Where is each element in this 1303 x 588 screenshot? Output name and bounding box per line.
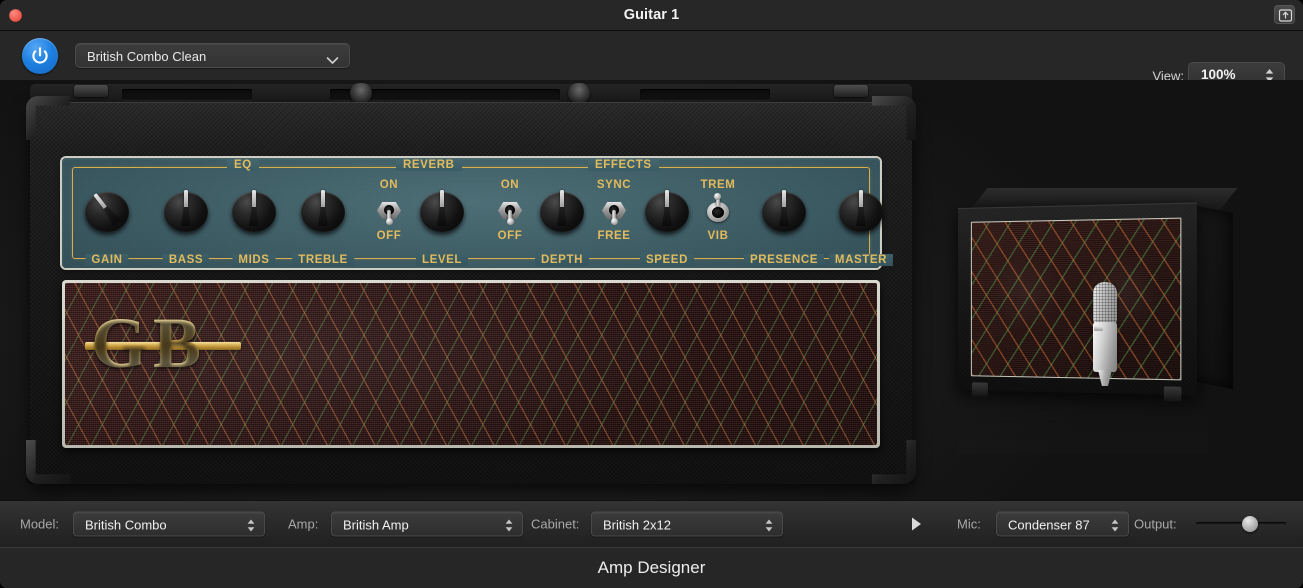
knob-label-treble: TREBLE xyxy=(292,254,354,266)
speaker-grille-cloth: G B xyxy=(65,283,877,445)
model-label: Model: xyxy=(20,517,59,532)
switch-label-bottom: OFF xyxy=(357,230,421,242)
power-button[interactable] xyxy=(22,38,58,74)
knob-speed[interactable] xyxy=(643,186,691,234)
condenser-microphone[interactable] xyxy=(1090,282,1120,388)
mic-dropdown[interactable]: Condenser 87 xyxy=(996,512,1129,537)
amp-dropdown[interactable]: British Amp xyxy=(331,512,523,537)
knob-bass[interactable] xyxy=(162,186,210,234)
knob-presence[interactable] xyxy=(760,186,808,234)
amp-designer-window: Guitar 1 British Combo Clean View: xyxy=(0,0,1303,588)
knob-label-gain: GAIN xyxy=(85,254,128,266)
plugin-header: British Combo Clean View: 100% xyxy=(0,31,1303,80)
switch-on-off[interactable] xyxy=(374,195,404,225)
logo-bar xyxy=(85,342,241,350)
knob-pointer xyxy=(557,190,567,226)
switch-label-bottom: FREE xyxy=(582,230,646,242)
cabinet-dropdown[interactable]: British 2x12 xyxy=(591,512,783,537)
knob-level[interactable] xyxy=(418,186,466,234)
amp-stage: EQ REVERB EFFECTS GAIN BASS MIDS TREBLE LEVEL DE… xyxy=(0,80,1303,500)
expand-icon[interactable] xyxy=(1274,5,1295,24)
knob-label-depth: DEPTH xyxy=(535,254,589,266)
plugin-footer: Amp Designer xyxy=(0,547,1303,588)
switch-on-off[interactable] xyxy=(495,195,525,225)
switch-label-top: ON xyxy=(357,179,421,191)
section-label-effects: EFFECTS xyxy=(588,159,659,171)
amp-combo: EQ REVERB EFFECTS GAIN BASS MIDS TREBLE LEVEL DE… xyxy=(12,84,930,488)
switch-tip xyxy=(507,218,514,225)
cabinet-value: British 2x12 xyxy=(603,513,671,538)
mic-capsule xyxy=(1093,282,1117,324)
cabinet-front xyxy=(958,202,1197,395)
knob-pointer xyxy=(779,190,789,226)
plugin-name: Amp Designer xyxy=(0,548,1303,588)
chevron-down-icon xyxy=(326,52,339,70)
stepper-arrows-icon[interactable] xyxy=(246,519,256,538)
switch-tip xyxy=(611,218,618,225)
knob-label-master: MASTER xyxy=(829,254,893,266)
speaker-cabinet-3d[interactable] xyxy=(938,190,1278,480)
stepper-arrows-icon[interactable] xyxy=(504,519,514,538)
logo-letter-b: B xyxy=(153,307,199,379)
window-titlebar: Guitar 1 xyxy=(0,0,1303,31)
mic-value: Condenser 87 xyxy=(1008,513,1090,538)
knob-gain[interactable] xyxy=(83,186,131,234)
preset-value: British Combo Clean xyxy=(87,44,206,69)
knob-label-speed: SPEED xyxy=(640,254,694,266)
switch-label-bottom: OFF xyxy=(478,230,542,242)
logo-letter-g: G xyxy=(91,307,145,379)
preset-dropdown[interactable]: British Combo Clean xyxy=(75,43,350,68)
stepper-arrows-icon[interactable] xyxy=(764,519,774,538)
amp-label: Amp: xyxy=(288,517,318,532)
knob-pointer xyxy=(437,190,447,226)
knob-label-bass: BASS xyxy=(163,254,209,266)
window-title: Guitar 1 xyxy=(0,0,1303,31)
cabinet-reflection xyxy=(958,392,1208,454)
switch-sync-free[interactable] xyxy=(599,195,629,225)
knob-mids[interactable] xyxy=(230,186,278,234)
model-dropdown[interactable]: British Combo xyxy=(73,512,265,537)
switch-label-top: ON xyxy=(478,179,542,191)
knob-pointer xyxy=(181,190,191,226)
amp-value: British Amp xyxy=(343,513,409,538)
cabinet-grille-cloth xyxy=(971,218,1182,381)
knob-master[interactable] xyxy=(837,186,885,234)
output-slider[interactable] xyxy=(1196,515,1286,533)
amp-logo: G B xyxy=(87,311,237,377)
knob-depth[interactable] xyxy=(538,186,586,234)
play-button[interactable] xyxy=(906,514,926,534)
switch-tip xyxy=(386,218,393,225)
model-value: British Combo xyxy=(85,513,167,538)
knob-pointer xyxy=(662,190,672,226)
output-label: Output: xyxy=(1134,517,1177,532)
knob-pointer xyxy=(318,190,328,226)
knob-pointer xyxy=(249,190,259,226)
mic-base xyxy=(1098,370,1112,386)
output-slider-thumb[interactable] xyxy=(1242,516,1258,532)
mic-label: Mic: xyxy=(957,517,981,532)
cabinet-label: Cabinet: xyxy=(531,517,579,532)
switch-label-bottom: VIB xyxy=(686,230,750,242)
mic-badge xyxy=(1094,326,1103,331)
switch-label-top: TREM xyxy=(686,179,750,191)
knob-label-level: LEVEL xyxy=(416,254,468,266)
stepper-arrows-icon[interactable] xyxy=(1110,519,1120,538)
switch-trem-vib[interactable] xyxy=(703,195,733,225)
knob-label-mids: MIDS xyxy=(232,254,275,266)
switch-label-top: SYNC xyxy=(582,179,646,191)
switch-hole xyxy=(712,207,724,218)
amp-control-panel: EQ REVERB EFFECTS GAIN BASS MIDS TREBLE LEVEL DE… xyxy=(62,158,880,268)
knob-treble[interactable] xyxy=(299,186,347,234)
switch-tip xyxy=(714,193,721,200)
knob-pointer xyxy=(856,190,866,226)
speaker-grille-frame: G B xyxy=(62,280,880,448)
section-label-reverb: REVERB xyxy=(396,159,462,171)
bottom-toolbar: Model: British Combo Amp: British Amp Ca… xyxy=(0,500,1303,547)
knob-label-presence: PRESENCE xyxy=(744,254,824,266)
section-label-eq: EQ xyxy=(227,159,259,171)
